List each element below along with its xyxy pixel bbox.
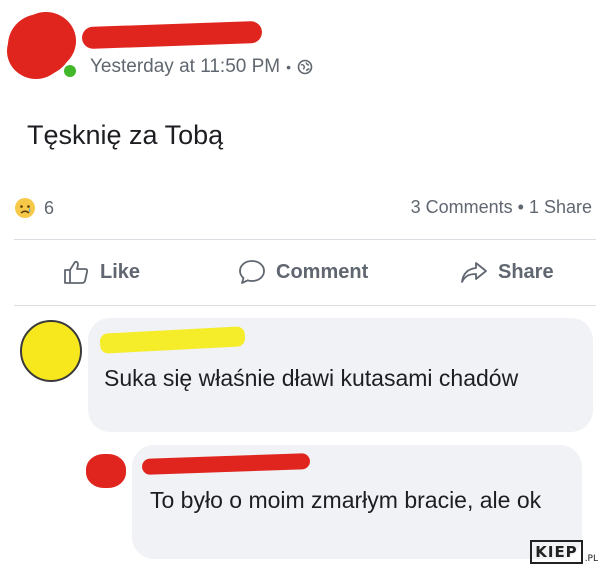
- post-meta: Yesterday at 11:50 PM •: [90, 56, 313, 78]
- watermark-main: KIEP: [530, 540, 583, 564]
- globe-icon: [297, 59, 313, 75]
- like-button[interactable]: Like: [62, 258, 140, 286]
- watermark-suffix: .PL: [584, 554, 598, 564]
- watermark-logo: KIEP .PL: [530, 540, 598, 564]
- share-label: Share: [498, 260, 554, 283]
- comments-shares-count[interactable]: 3 Comments • 1 Share: [411, 197, 592, 218]
- divider-top: [14, 239, 596, 240]
- comment-label: Comment: [276, 260, 369, 283]
- reply-text: To było o moim zmarłym bracie, ale ok: [150, 487, 542, 513]
- commenter-avatar-redacted[interactable]: [20, 320, 82, 382]
- comment-button[interactable]: Comment: [238, 258, 368, 286]
- online-status-dot: [62, 63, 78, 79]
- thumbs-up-icon: [64, 260, 89, 284]
- divider-bottom: [14, 305, 596, 306]
- post-text: Tęsknię za Tobą: [27, 120, 224, 150]
- sad-face-icon[interactable]: [14, 197, 36, 219]
- like-label: Like: [100, 260, 141, 283]
- reply-avatar-redacted[interactable]: [86, 454, 126, 488]
- meta-separator: •: [286, 59, 292, 75]
- share-button[interactable]: Share: [460, 258, 554, 286]
- speech-bubble-icon: [239, 260, 265, 284]
- author-name-redacted[interactable]: [81, 20, 263, 50]
- post-timestamp[interactable]: Yesterday at 11:50 PM: [90, 56, 280, 78]
- share-arrow-icon: [461, 262, 487, 283]
- comment-text: Suka się właśnie dławi kutasami chadów: [104, 365, 519, 391]
- reaction-count[interactable]: 6: [44, 198, 54, 219]
